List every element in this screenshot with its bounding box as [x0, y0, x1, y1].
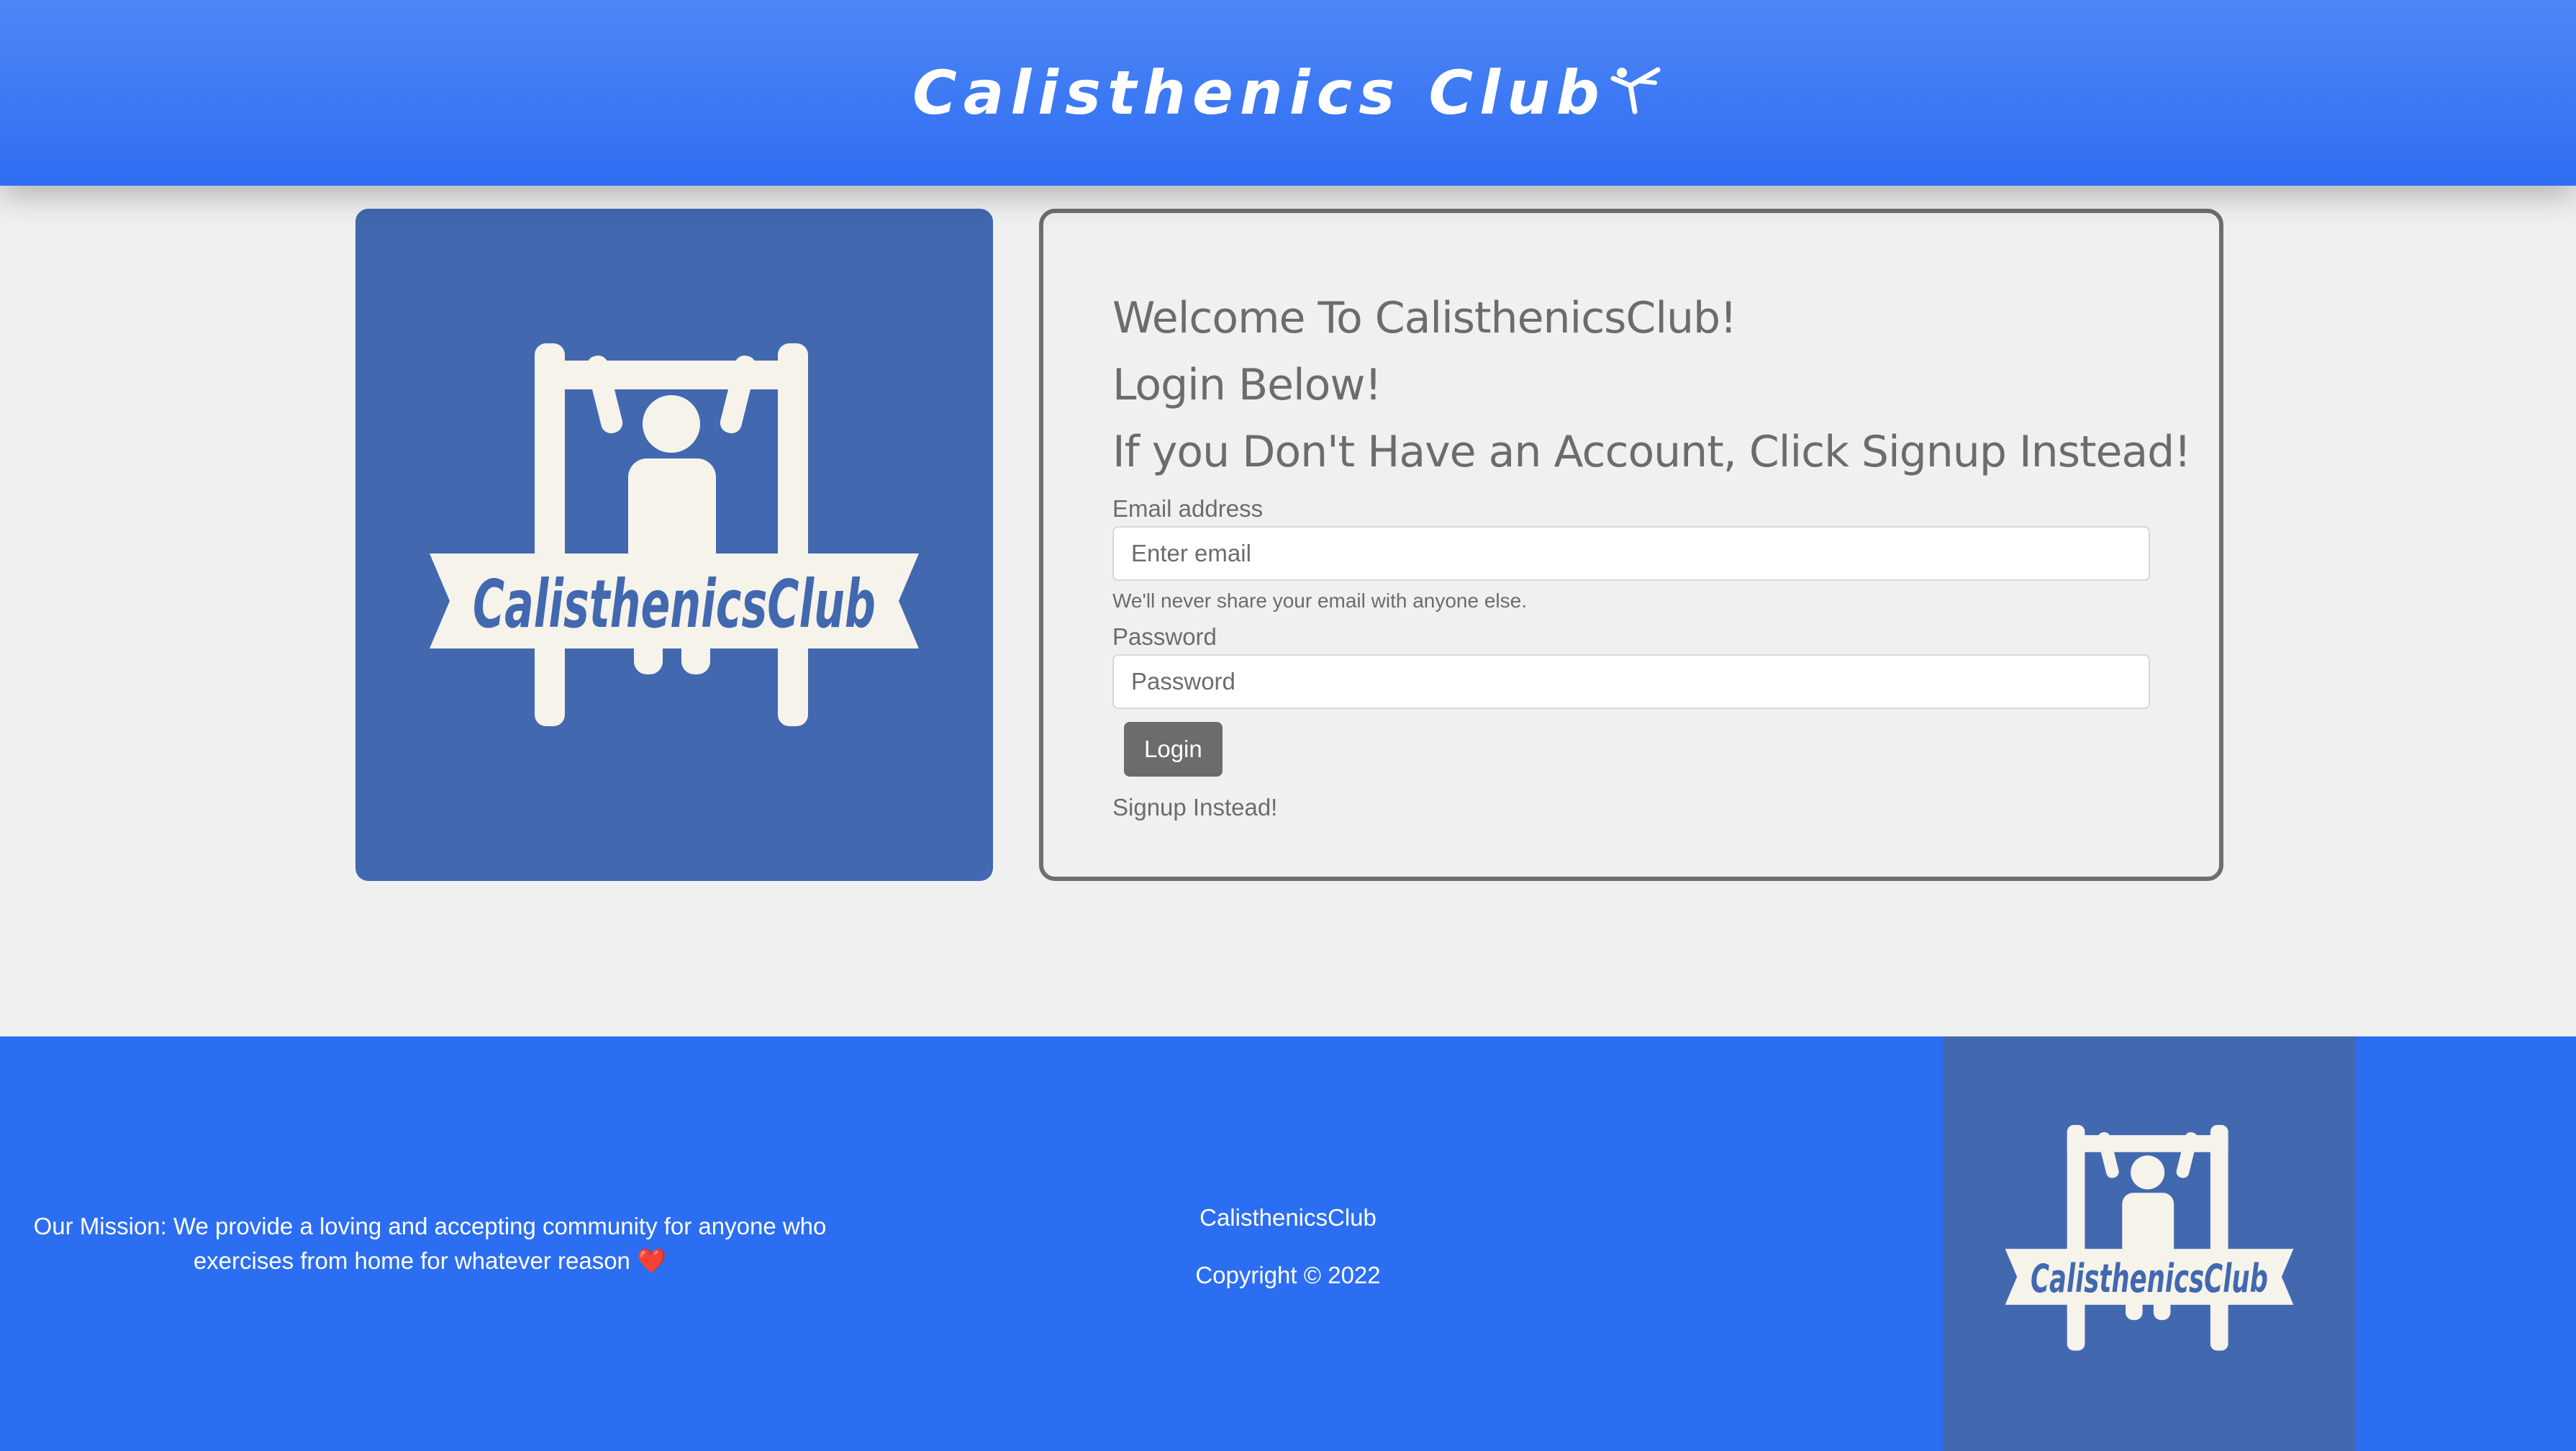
site-brand[interactable]: Calisthenics Club	[912, 55, 1664, 130]
logo-text: CalisthenicsClub	[473, 566, 876, 643]
signup-prompt-heading: If you Don't Have an Account, Click Sign…	[1112, 427, 2191, 477]
password-input[interactable]	[1112, 654, 2150, 709]
email-help-text: We'll never share your email with anyone…	[1112, 589, 1527, 612]
site-header: Calisthenics Club	[0, 0, 2576, 186]
login-card: Welcome To CalisthenicsClub! Login Below…	[1039, 209, 2223, 881]
email-label: Email address	[1112, 495, 1264, 522]
site-footer: Our Mission: We provide a loving and acc…	[0, 1036, 2576, 1451]
welcome-heading: Welcome To CalisthenicsClub!	[1112, 293, 1737, 343]
heart-icon: ❤️	[637, 1247, 667, 1274]
pullup-logo-icon: CalisthenicsClub	[430, 343, 919, 726]
copyright-text: Copyright © 2022	[1195, 1262, 1381, 1288]
gymnast-icon	[1609, 60, 1664, 130]
footer-logo-text: CalisthenicsClub	[2031, 1256, 2268, 1301]
login-below-heading: Login Below!	[1112, 360, 1382, 410]
signup-link[interactable]: Signup Instead!	[1112, 794, 2150, 821]
footer-brand: CalisthenicsClub	[1199, 1204, 1377, 1231]
login-form: Email address We'll never share your ema…	[1112, 493, 2150, 777]
club-logo-card: CalisthenicsClub	[355, 209, 993, 881]
footer-info: CalisthenicsClub Copyright © 2022	[1144, 1189, 1432, 1304]
password-label: Password	[1112, 623, 1217, 650]
login-button[interactable]: Login	[1124, 722, 1223, 777]
footer-logo: CalisthenicsClub	[1943, 1036, 2356, 1451]
mission-statement: Our Mission: We provide a loving and acc…	[29, 1209, 831, 1278]
mission-text: Our Mission: We provide a loving and acc…	[33, 1213, 827, 1274]
email-input[interactable]	[1112, 526, 2150, 581]
site-title: Calisthenics Club	[912, 58, 1606, 128]
pullup-logo-icon: CalisthenicsClub	[2005, 1125, 2294, 1351]
